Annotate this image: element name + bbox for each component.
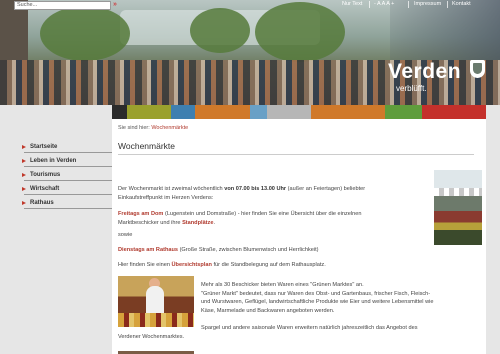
standplaetze-link[interactable]: Standplätze — [182, 220, 213, 226]
seasonal-paragraph: Spargel und andere saisonale Waren erwei… — [118, 324, 478, 341]
sidebar-item-label: Tourismus — [30, 172, 61, 178]
plan-paragraph: Hier finden Sie einen Übersichtsplan für… — [118, 261, 458, 270]
banner-tree — [40, 6, 130, 61]
uebersichtsplan-link[interactable]: Übersichtsplan — [172, 262, 212, 268]
main-content: Sie sind hier: Wochenmärkte Wochenmärkte… — [112, 119, 486, 354]
kontakt-link[interactable]: Kontakt — [452, 0, 471, 9]
font-size-controls[interactable]: - A A A + — [374, 0, 394, 9]
color-bar-segment — [267, 105, 311, 119]
tuesday-text: (Große Straße, zwischen Blumenwisch und … — [179, 247, 319, 253]
arrow-right-icon — [22, 187, 26, 191]
search-submit-icon[interactable]: » — [113, 1, 117, 9]
coat-of-arms-icon — [470, 60, 485, 78]
green-market-line: Käse, Marmelade und Backwaren angeboten … — [201, 307, 335, 314]
intro-text: (außer an Feiertagen) beliebter — [287, 186, 366, 192]
intro-paragraph: Der Wochenmarkt ist zweimal wöchentlich … — [118, 185, 428, 202]
color-bar-segment — [195, 105, 250, 119]
tuesday-paragraph: Dienstags am Rathaus (Große Straße, zwis… — [118, 246, 438, 255]
sidebar-item-label: Startseite — [30, 144, 58, 150]
sidebar-item-label: Leben in Verden — [30, 158, 77, 164]
sidebar-item-wirtschaft[interactable]: Wirtschaft — [22, 184, 112, 195]
friday-text: (Lugenstein und Domstraße) - hier finden… — [164, 211, 362, 217]
intro-text: Der Wochenmarkt ist zweimal wöchentlich — [118, 186, 223, 192]
sidebar-item-rathaus[interactable]: Rathaus — [22, 198, 112, 209]
color-bar-segment — [385, 105, 422, 119]
sidebar-item-label: Wirtschaft — [30, 186, 60, 192]
intro-text: Einkaufstreffpunkt im Herzen Verdens: — [118, 194, 214, 201]
divider — [408, 1, 409, 8]
brand-name: Verden — [388, 60, 462, 83]
impressum-link[interactable]: Impressum — [414, 0, 441, 9]
nur-text-link[interactable]: Nur Text — [342, 0, 362, 9]
sidebar-item-tourismus[interactable]: Tourismus — [22, 170, 112, 181]
breadcrumb-current[interactable]: Wochenmärkte — [151, 125, 188, 131]
green-market-line: und Wurstwaren, Geflügel, landwirtschaft… — [201, 299, 434, 305]
color-bar-segment — [422, 105, 486, 119]
banner-tree — [190, 8, 250, 53]
color-bar-segment — [250, 105, 267, 119]
sidebar-item-label: Rathaus — [30, 200, 54, 206]
friday-text-end: . — [213, 219, 216, 226]
arrow-right-icon — [22, 145, 26, 149]
friday-text: Marktbeschicker und ihre — [118, 219, 181, 226]
divider — [369, 1, 370, 8]
arrow-right-icon — [22, 173, 26, 177]
sowie-text: sowie — [118, 232, 133, 238]
sidebar: Startseite Leben in Verden Tourismus Wir… — [14, 119, 112, 354]
color-bar-segment — [311, 105, 385, 119]
vendor-photo — [118, 276, 194, 327]
sidebar-item-startseite[interactable]: Startseite — [22, 142, 112, 153]
brand-tagline: verblüfft. — [396, 84, 427, 93]
color-bar-segment — [171, 105, 195, 119]
divider — [447, 1, 448, 8]
breadcrumb: Sie sind hier: Wochenmärkte — [118, 125, 188, 132]
page-title: Wochenmärkte — [118, 141, 176, 151]
plan-text: für die Standbelegung auf dem Rathauspla… — [213, 262, 326, 268]
seasonal-line: Spargel und andere saisonale Waren erwei… — [201, 325, 418, 331]
arrow-right-icon — [22, 201, 26, 205]
arrow-right-icon — [22, 159, 26, 163]
tuesday-market-link[interactable]: Dienstags am Rathaus — [118, 247, 178, 253]
banner-tree — [255, 2, 345, 62]
sidebar-item-leben-in-verden[interactable]: Leben in Verden — [22, 156, 112, 167]
green-market-paragraph: Mehr als 30 Beschicker bieten Waren eine… — [201, 281, 471, 315]
friday-market-link[interactable]: Freitags am Dom — [118, 211, 163, 217]
plan-text: Hier finden Sie einen — [118, 262, 170, 268]
seasonal-line: Verdener Wochenmarktes. — [118, 333, 185, 340]
friday-paragraph: Freitags am Dom (Lugenstein und Domstraß… — [118, 210, 428, 227]
color-bar-segment — [127, 105, 171, 119]
green-market-line: Mehr als 30 Beschicker bieten Waren eine… — [201, 282, 364, 288]
divider — [118, 154, 474, 155]
color-bar-segment — [112, 105, 127, 119]
intro-hours: von 07.00 bis 13.00 Uhr — [224, 186, 287, 192]
green-market-line: "Grüner Markt" bedeutet, dass nur Waren … — [201, 290, 431, 297]
search-input[interactable]: Suche... — [14, 1, 111, 10]
market-stall-photo — [434, 170, 482, 245]
section-color-bar — [112, 105, 486, 119]
breadcrumb-prefix: Sie sind hier: — [118, 125, 150, 131]
top-navigation: Nur Text - A A A + Impressum Kontakt — [334, 0, 500, 9]
